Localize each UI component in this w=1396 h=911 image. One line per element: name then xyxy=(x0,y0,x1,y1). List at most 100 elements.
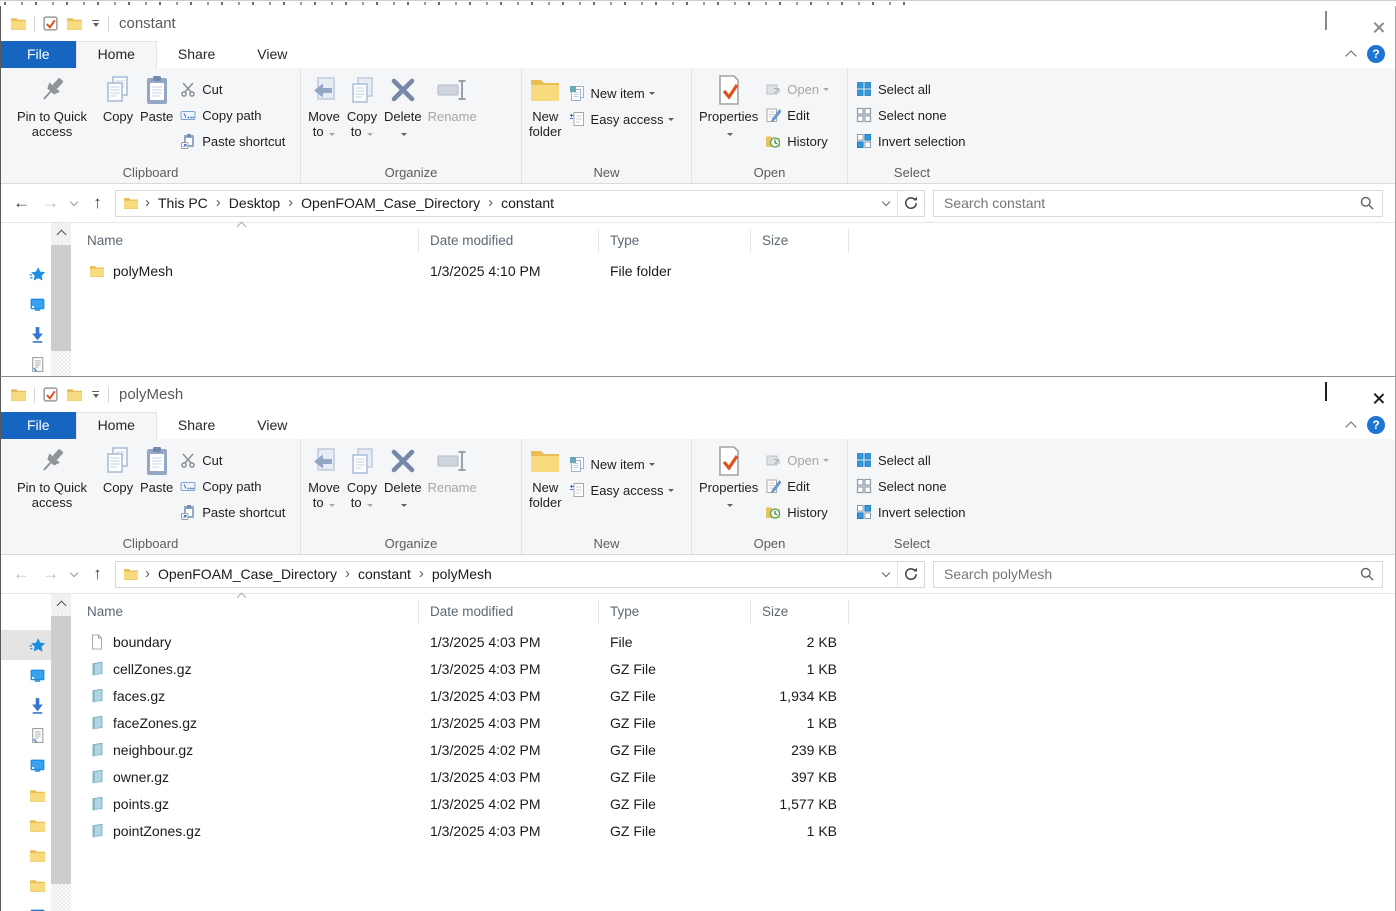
new-folder-button[interactable]: New folder xyxy=(526,72,565,141)
tab-file[interactable]: File xyxy=(1,412,76,439)
select-none-button[interactable]: Select none xyxy=(852,102,969,128)
sidebar-item-folder[interactable] xyxy=(1,780,51,810)
paste-shortcut-button[interactable]: Paste shortcut xyxy=(176,128,289,154)
column-header-date-modified[interactable]: Date modified xyxy=(419,600,599,624)
breadcrumb-chevron-icon[interactable]: › xyxy=(413,565,430,584)
new-folder-shortcut-icon[interactable] xyxy=(66,386,83,403)
nav-scrollbar[interactable] xyxy=(51,594,71,911)
invert-selection-button[interactable]: Invert selection xyxy=(852,128,969,154)
address-dropdown-icon[interactable] xyxy=(875,562,897,587)
collapse-ribbon-icon[interactable] xyxy=(1345,50,1356,61)
up-button[interactable]: ↑ xyxy=(83,190,112,216)
file-row[interactable]: faces.gz 1/3/2025 4:03 PM GZ File 1,934 … xyxy=(76,682,1395,709)
file-row[interactable]: owner.gz 1/3/2025 4:03 PM GZ File 397 KB xyxy=(76,763,1395,790)
sidebar-item-document[interactable] xyxy=(1,720,51,750)
new-item-button[interactable]: New item xyxy=(565,451,678,477)
nav-scrollbar[interactable] xyxy=(51,223,71,376)
maximize-button[interactable] xyxy=(1303,6,1349,36)
help-icon[interactable]: ? xyxy=(1367,416,1385,434)
sidebar-item-monitor[interactable] xyxy=(1,660,51,690)
tab-home[interactable]: Home xyxy=(76,412,157,439)
file-name-cell[interactable]: faceZones.gz xyxy=(76,715,419,731)
maximize-button[interactable] xyxy=(1303,377,1349,407)
cut-button[interactable]: Cut xyxy=(176,447,289,473)
rename-button[interactable]: Rename xyxy=(425,72,480,126)
column-header-name[interactable]: Name xyxy=(76,600,419,624)
column-header-size[interactable]: Size xyxy=(751,600,849,624)
file-name-cell[interactable]: boundary xyxy=(76,634,419,650)
sidebar-item-star[interactable] xyxy=(1,630,51,660)
properties-shortcut-icon[interactable] xyxy=(42,386,59,403)
cut-button[interactable]: Cut xyxy=(176,76,289,102)
sidebar-item-folder[interactable] xyxy=(1,840,51,870)
tab-share[interactable]: Share xyxy=(157,412,236,439)
breadcrumb-item[interactable]: polyMesh xyxy=(430,566,494,582)
file-name-cell[interactable]: owner.gz xyxy=(76,769,419,785)
history-button[interactable]: History xyxy=(761,499,833,525)
edit-button[interactable]: Edit xyxy=(761,102,833,128)
paste-button[interactable]: Paste xyxy=(137,443,176,497)
search-box[interactable] xyxy=(933,561,1383,588)
collapse-ribbon-icon[interactable] xyxy=(1345,421,1356,432)
sidebar-item-network[interactable] xyxy=(1,900,51,911)
sidebar-item-folder[interactable] xyxy=(1,870,51,900)
close-button[interactable] xyxy=(1349,6,1395,36)
file-row[interactable]: faceZones.gz 1/3/2025 4:03 PM GZ File 1 … xyxy=(76,709,1395,736)
file-name-cell[interactable]: cellZones.gz xyxy=(76,661,419,677)
new-item-button[interactable]: New item xyxy=(565,80,678,106)
select-all-button[interactable]: Select all xyxy=(852,447,969,473)
recent-locations-dropdown-icon[interactable] xyxy=(65,190,83,216)
invert-selection-button[interactable]: Invert selection xyxy=(852,499,969,525)
up-button[interactable]: ↑ xyxy=(83,561,112,587)
breadcrumb-item[interactable]: Desktop xyxy=(227,195,282,211)
copy-button[interactable]: Copy xyxy=(99,72,137,126)
scrollbar-thumb[interactable] xyxy=(51,616,71,884)
easy-access-button[interactable]: Easy access xyxy=(565,477,678,503)
easy-access-button[interactable]: Easy access xyxy=(565,106,678,132)
scrollbar-thumb[interactable] xyxy=(51,245,71,351)
tab-file[interactable]: File xyxy=(1,41,76,68)
column-header-size[interactable]: Size xyxy=(751,229,849,253)
sidebar-item-monitor[interactable] xyxy=(1,289,51,319)
breadcrumb-chevron-icon[interactable]: › xyxy=(482,194,499,213)
refresh-button[interactable] xyxy=(897,562,924,587)
breadcrumb-chevron-icon[interactable]: › xyxy=(282,194,299,213)
close-button[interactable] xyxy=(1349,377,1395,407)
forward-button[interactable]: → xyxy=(36,190,65,216)
tab-view[interactable]: View xyxy=(236,412,308,439)
sidebar-item-document[interactable] xyxy=(1,349,51,376)
address-bar[interactable]: ›This PC›Desktop›OpenFOAM_Case_Directory… xyxy=(115,190,925,217)
file-name-cell[interactable]: faces.gz xyxy=(76,688,419,704)
column-header-type[interactable]: Type xyxy=(599,229,751,253)
scroll-up-button[interactable] xyxy=(51,223,71,243)
paste-button[interactable]: Paste xyxy=(137,72,176,126)
tab-view[interactable]: View xyxy=(236,41,308,68)
sidebar-item-folder[interactable] xyxy=(1,810,51,840)
tab-share[interactable]: Share xyxy=(157,41,236,68)
address-bar[interactable]: ›OpenFOAM_Case_Directory›constant›polyMe… xyxy=(115,561,925,588)
address-dropdown-icon[interactable] xyxy=(875,191,897,216)
file-row[interactable]: polyMesh 1/3/2025 4:10 PM File folder xyxy=(76,257,1395,284)
breadcrumb-chevron-icon[interactable]: › xyxy=(139,565,156,584)
file-name-cell[interactable]: neighbour.gz xyxy=(76,742,419,758)
sidebar-item-star[interactable] xyxy=(1,259,51,289)
delete-button[interactable]: Delete xyxy=(381,72,425,141)
select-none-button[interactable]: Select none xyxy=(852,473,969,499)
minimize-button[interactable] xyxy=(1257,377,1303,407)
breadcrumb-chevron-icon[interactable]: › xyxy=(339,565,356,584)
copy-path-button[interactable]: Copy path xyxy=(176,473,289,499)
copy-path-button[interactable]: Copy path xyxy=(176,102,289,128)
search-input[interactable] xyxy=(942,194,1360,212)
paste-shortcut-button[interactable]: Paste shortcut xyxy=(176,499,289,525)
file-row[interactable]: neighbour.gz 1/3/2025 4:02 PM GZ File 23… xyxy=(76,736,1395,763)
help-icon[interactable]: ? xyxy=(1367,45,1385,63)
file-name-cell[interactable]: points.gz xyxy=(76,796,419,812)
select-all-button[interactable]: Select all xyxy=(852,76,969,102)
file-row[interactable]: pointZones.gz 1/3/2025 4:03 PM GZ File 1… xyxy=(76,817,1395,844)
file-row[interactable]: boundary 1/3/2025 4:03 PM File 2 KB xyxy=(76,628,1395,655)
customize-toolbar-dropdown-icon[interactable] xyxy=(90,20,101,28)
refresh-button[interactable] xyxy=(897,191,924,216)
minimize-button[interactable] xyxy=(1257,6,1303,36)
edit-button[interactable]: Edit xyxy=(761,473,833,499)
search-input[interactable] xyxy=(942,565,1360,583)
